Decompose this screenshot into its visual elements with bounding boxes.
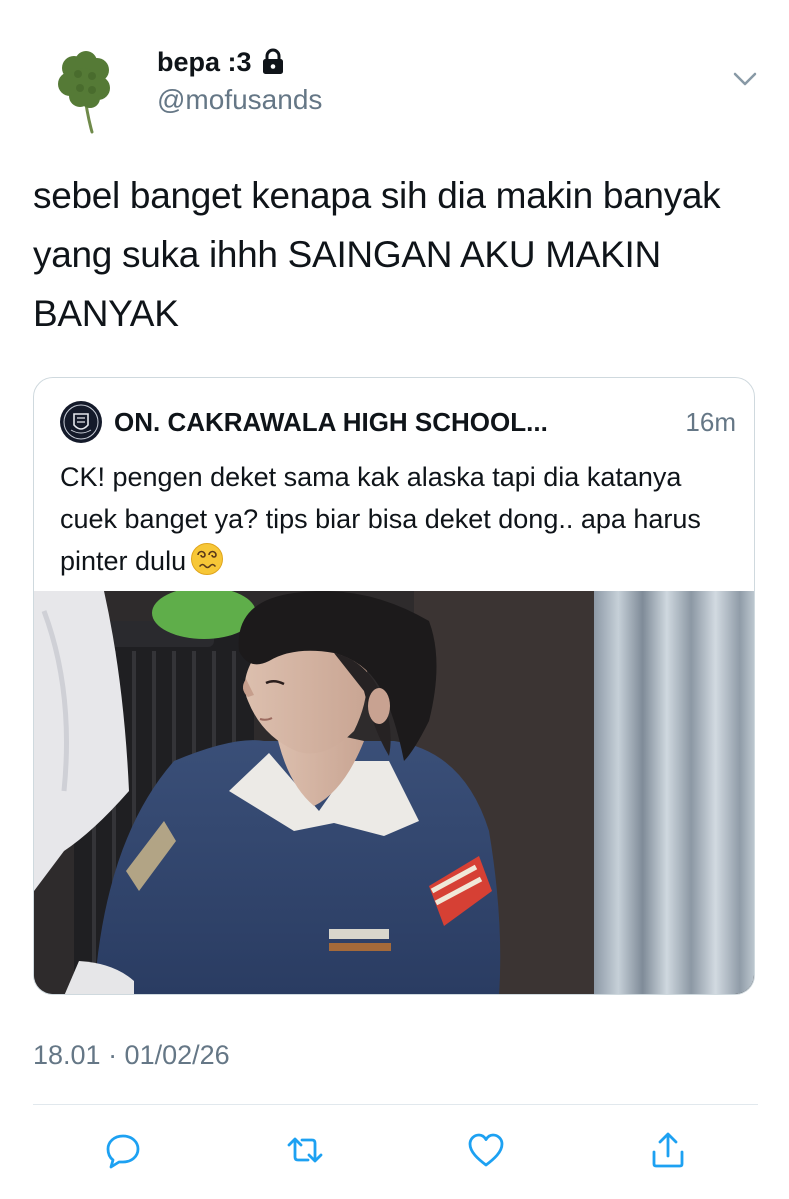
- quoted-tweet-avatar[interactable]: [60, 401, 102, 443]
- quoted-tweet-header: ON. CAKRAWALA HIGH SCHOOL... 16m: [60, 401, 736, 443]
- school-crest-icon: [63, 404, 99, 440]
- dizzy-face-emoji-icon: [191, 543, 224, 575]
- quoted-tweet-photo[interactable]: [34, 591, 754, 994]
- tweet-timestamp[interactable]: 18.01 · 01/02/26: [33, 1040, 230, 1071]
- display-name[interactable]: bepa :3: [157, 47, 252, 78]
- tweet-actions-bar: [0, 1128, 789, 1174]
- share-button[interactable]: [646, 1128, 690, 1172]
- display-name-row: bepa :3: [157, 42, 322, 82]
- retweet-icon: [287, 1137, 323, 1163]
- like-button[interactable]: [464, 1128, 508, 1172]
- quoted-tweet-text-body: CK! pengen deket sama kak alaska tapi di…: [60, 462, 701, 576]
- user-handle[interactable]: @mofusands: [157, 84, 322, 116]
- reply-button[interactable]: [101, 1128, 145, 1172]
- lock-icon: [262, 48, 283, 74]
- tweet-author[interactable]: bepa :3 @mofusands: [157, 42, 322, 116]
- avatar[interactable]: [50, 48, 120, 134]
- quoted-tweet-author-name[interactable]: ON. CAKRAWALA HIGH SCHOOL...: [114, 407, 548, 438]
- chevron-down-icon: [733, 72, 757, 86]
- divider: [33, 1104, 758, 1105]
- quoted-tweet-time: 16m: [685, 406, 736, 437]
- quoted-tweet-text: CK! pengen deket sama kak alaska tapi di…: [60, 456, 740, 582]
- tweet-text: sebel banget kenapa sih dia makin banyak…: [33, 175, 721, 334]
- more-options-button[interactable]: [728, 64, 762, 94]
- reply-icon: [106, 1134, 140, 1169]
- like-icon: [468, 1133, 504, 1167]
- retweet-button[interactable]: [283, 1128, 327, 1172]
- share-icon: [652, 1132, 684, 1168]
- photo-image: [34, 591, 754, 994]
- quoted-tweet-card[interactable]: ON. CAKRAWALA HIGH SCHOOL... 16m CK! pen…: [33, 377, 755, 995]
- four-leaf-clover-icon: [58, 51, 110, 134]
